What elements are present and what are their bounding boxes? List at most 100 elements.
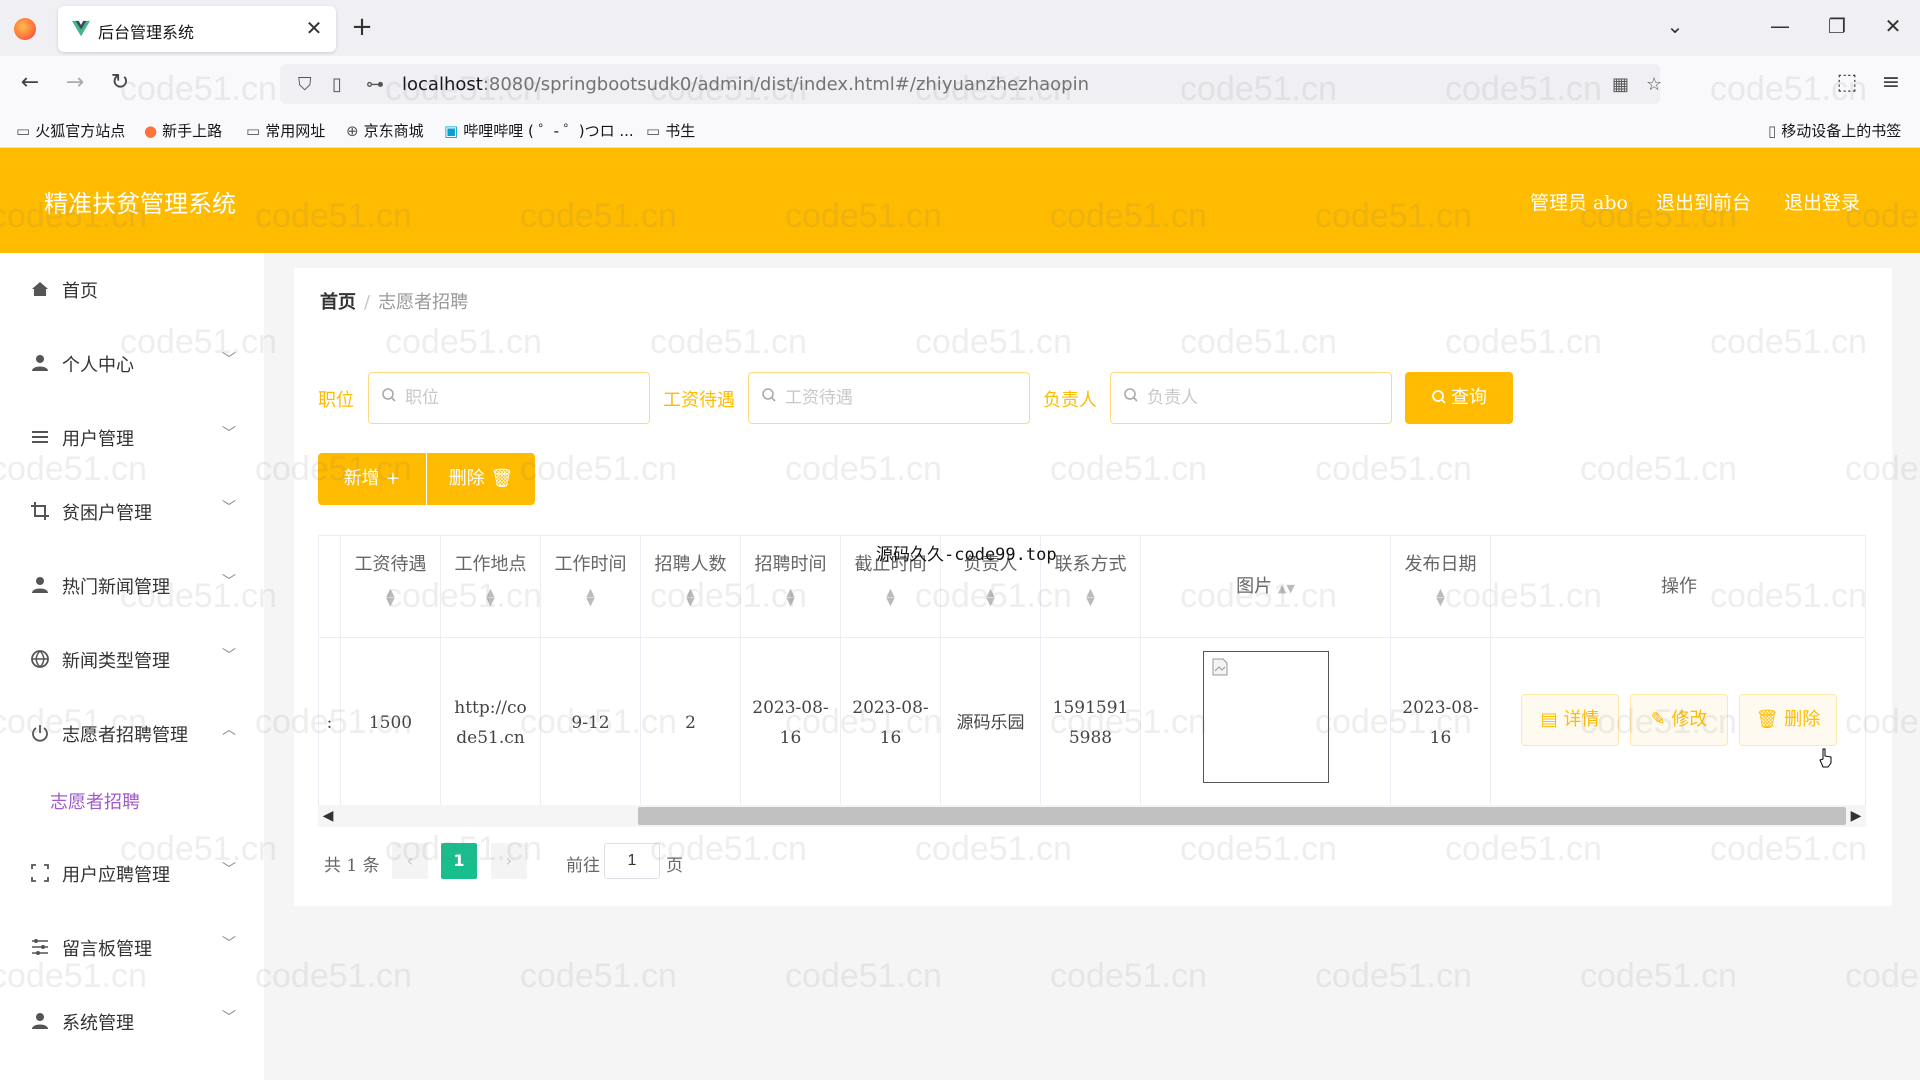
salary-search-field[interactable] [748,372,1030,424]
admin-label: 管理员 abo [1530,192,1628,214]
mobile-bookmarks[interactable]: ▯ 移动设备上的书签 [1768,120,1901,141]
app-title: 精准扶贫管理系统 [44,190,236,218]
bookmark-item[interactable]: ⊕ 京东商城 [346,120,424,141]
qr-code-icon[interactable]: ▦ [1612,74,1629,95]
sidebar-item-label: 留言板管理 [62,939,152,960]
sort-icon[interactable]: ▲▼ [741,587,840,607]
globe-icon: ⊕ [346,122,359,140]
sidebar-item-message-board[interactable]: 留言板管理 ﹀ [0,919,264,979]
header-label: 工资待遇 [354,554,427,575]
folder-icon: ▭ [246,122,261,140]
tab-list-chevron-icon[interactable]: ⌄ [1660,14,1690,38]
sidebar-item-personal-center[interactable]: 个人中心 ﹀ [0,335,264,395]
shield-icon[interactable]: ⛉ [298,74,312,95]
sidebar-item-user-application[interactable]: 用户应聘管理 ﹀ [0,845,264,905]
bookmark-item[interactable]: ▣ 哔哩哔哩 ( ゜- ゜)つロ ... [444,120,634,141]
salary-search-input[interactable] [785,385,1015,411]
user-icon [32,1013,48,1029]
pagination-total: 共 1 条 [324,856,380,876]
position-search-input[interactable] [405,385,635,411]
table-header-cell [319,536,341,638]
window-close-icon[interactable]: ✕ [1878,14,1908,38]
table-header-publish-date[interactable]: 发布日期 ▲ ▼ [1391,536,1491,638]
vue-logo-icon [72,20,90,37]
bookmark-item[interactable]: ▭ 常用网址 [246,120,325,141]
scroll-thumb[interactable] [638,807,1846,825]
sidebar-item-user-management[interactable]: 用户管理 ﹀ [0,409,264,469]
sidebar-item-system-management[interactable]: 系统管理 ﹀ [0,993,264,1053]
minimize-icon[interactable]: — [1765,14,1795,38]
cell-owner: 源码乐园 [941,638,1041,808]
user-icon [32,355,48,371]
broken-image-icon [1212,658,1228,676]
sort-icon[interactable]: ▲▼ [1391,587,1490,607]
reload-icon[interactable]: ↻ [105,70,135,95]
detail-button[interactable]: ▤ 详情 [1521,694,1619,746]
sort-icon[interactable]: ▲▼ [1041,587,1140,607]
logout-link[interactable]: 退出登录 [1784,188,1860,215]
delete-button-label: 删除 [448,468,485,489]
sort-icon[interactable]: ▲▼ [341,587,440,607]
query-button[interactable]: 查询 [1405,372,1513,424]
pagination-page-input[interactable] [604,843,660,879]
sidebar-item-poor-household[interactable]: 贫困户管理 ﹀ [0,483,264,543]
scroll-right-icon[interactable]: ▶ [1846,805,1866,827]
extensions-icon[interactable]: ⬚ [1832,70,1862,95]
url-text[interactable]: localhost:8080/springbootsudk0/admin/dis… [402,74,1089,95]
add-button[interactable]: 新增 + [318,453,426,505]
sidebar-item-volunteer-recruitment[interactable]: 志愿者招聘管理 ︿ [0,705,264,765]
sort-icon[interactable]: ▲▼ [441,587,540,607]
page-icon[interactable]: ▯ [332,74,342,95]
sort-icon[interactable]: ▲▼ [541,587,640,607]
breadcrumb-home[interactable]: 首页 [320,292,356,313]
bookmark-star-icon[interactable]: ☆ [1646,74,1662,95]
browser-tab[interactable]: 后台管理系统 ✕ [58,6,336,52]
chevron-down-icon: ﹀ [222,426,236,442]
scroll-left-icon[interactable]: ◀ [318,805,338,827]
sort-icon[interactable]: ▲▼ [1278,582,1295,595]
chevron-up-icon: ︿ [222,722,236,738]
bookmark-item[interactable]: ▭ 火狐官方站点 [16,120,125,141]
table-header-salary[interactable]: 工资待遇 ▲ ▼ [341,536,441,638]
batch-delete-button[interactable]: 删除 🗑 [427,453,535,505]
search-icon [382,388,396,402]
table-header-location[interactable]: 工作地点 ▲ ▼ [441,536,541,638]
permissions-icon[interactable]: ⊶ [366,74,384,95]
restore-icon[interactable]: ❐ [1822,14,1852,38]
table-header-image[interactable]: 图片 ▲▼ [1141,536,1391,638]
sort-icon[interactable]: ▲▼ [941,587,1040,607]
globe-icon [31,650,49,669]
sort-icon[interactable]: ▲▼ [641,587,740,607]
table-header-headcount[interactable]: 招聘人数 ▲ ▼ [641,536,741,638]
table-header-recruit-time[interactable]: 招聘时间 ▲ ▼ [741,536,841,638]
prev-page-button[interactable]: ‹ [392,843,428,879]
menu-icon[interactable]: ≡ [1876,70,1906,95]
position-search-field[interactable] [368,372,650,424]
tab-close-icon[interactable]: ✕ [302,16,326,40]
new-tab-icon[interactable]: + [348,12,376,42]
owner-search-field[interactable] [1110,372,1392,424]
sort-icon[interactable]: ▲▼ [841,587,940,607]
sidebar-subitem-volunteer-recruitment[interactable]: 志愿者招聘 [50,788,140,814]
edit-button[interactable]: ✎ 修改 [1630,694,1728,746]
owner-search-input[interactable] [1147,385,1377,411]
table-header-work-time[interactable]: 工作时间 ▲ ▼ [541,536,641,638]
delete-row-button[interactable]: 🗑 删除 [1739,694,1837,746]
back-icon[interactable]: ← [15,70,45,95]
bookmark-item[interactable]: ● 新手上路 [144,120,222,141]
table-header-actions: 操作 [1491,536,1865,638]
record-image[interactable] [1203,651,1329,783]
exit-to-front-link[interactable]: 退出到前台 [1656,188,1751,215]
sidebar-item-home[interactable]: 首页 [0,261,264,321]
page-number-button[interactable]: 1 [441,843,477,879]
bookmark-item[interactable]: ▭ 书生 [646,120,695,141]
sidebar-item-hot-news[interactable]: 热门新闻管理 ﹀ [0,557,264,617]
bilibili-icon: ▣ [444,122,459,140]
address-bar[interactable]: ⛉ ▯ ⊶ localhost:8080/springbootsudk0/adm… [280,64,1662,104]
forward-icon[interactable]: → [60,70,90,95]
table-horizontal-scrollbar[interactable]: ◀ ▶ [318,805,1866,827]
next-page-button[interactable]: › [491,843,527,879]
sidebar-item-news-type[interactable]: 新闻类型管理 ﹀ [0,631,264,691]
header-label: 工作地点 [454,554,527,575]
firefox-logo-icon[interactable] [14,18,36,40]
